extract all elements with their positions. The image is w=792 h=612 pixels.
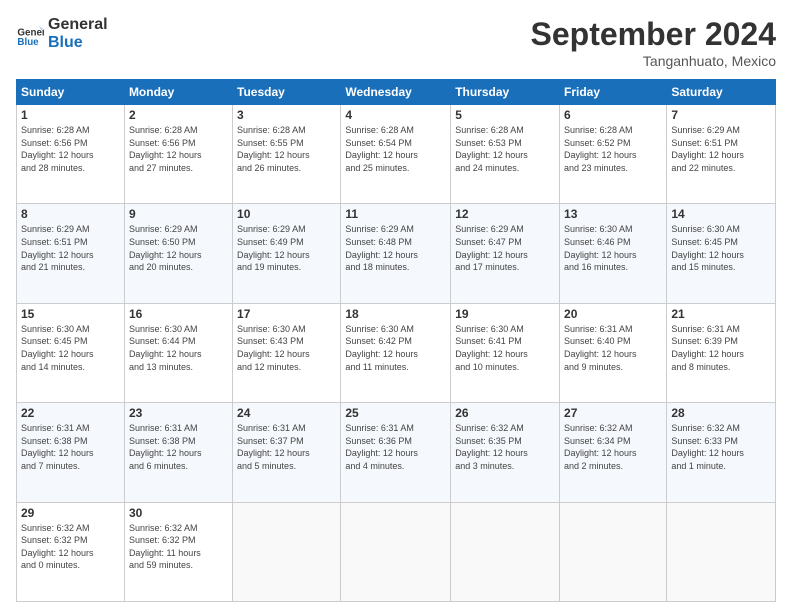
week-row-2: 8 Sunrise: 6:29 AMSunset: 6:51 PMDayligh… — [17, 204, 776, 303]
day-8: 8 Sunrise: 6:29 AMSunset: 6:51 PMDayligh… — [17, 204, 125, 303]
title-block: September 2024 Tanganhuato, Mexico — [531, 16, 776, 69]
calendar-table: Sunday Monday Tuesday Wednesday Thursday… — [16, 79, 776, 602]
col-wednesday: Wednesday — [341, 80, 451, 105]
day-3: 3 Sunrise: 6:28 AMSunset: 6:55 PMDayligh… — [233, 105, 341, 204]
day-19: 19 Sunrise: 6:30 AMSunset: 6:41 PMDaylig… — [451, 303, 560, 402]
day-29: 29 Sunrise: 6:32 AMSunset: 6:32 PMDaylig… — [17, 502, 125, 601]
week-row-3: 15 Sunrise: 6:30 AMSunset: 6:45 PMDaylig… — [17, 303, 776, 402]
logo-icon: General Blue — [16, 20, 44, 48]
day-15: 15 Sunrise: 6:30 AMSunset: 6:45 PMDaylig… — [17, 303, 125, 402]
week-row-5: 29 Sunrise: 6:32 AMSunset: 6:32 PMDaylig… — [17, 502, 776, 601]
day-7: 7 Sunrise: 6:29 AMSunset: 6:51 PMDayligh… — [667, 105, 776, 204]
day-18: 18 Sunrise: 6:30 AMSunset: 6:42 PMDaylig… — [341, 303, 451, 402]
day-20: 20 Sunrise: 6:31 AMSunset: 6:40 PMDaylig… — [560, 303, 667, 402]
col-thursday: Thursday — [451, 80, 560, 105]
day-13: 13 Sunrise: 6:30 AMSunset: 6:46 PMDaylig… — [560, 204, 667, 303]
day-27: 27 Sunrise: 6:32 AMSunset: 6:34 PMDaylig… — [560, 403, 667, 502]
day-9: 9 Sunrise: 6:29 AMSunset: 6:50 PMDayligh… — [124, 204, 232, 303]
day-6: 6 Sunrise: 6:28 AMSunset: 6:52 PMDayligh… — [560, 105, 667, 204]
day-17: 17 Sunrise: 6:30 AMSunset: 6:43 PMDaylig… — [233, 303, 341, 402]
col-tuesday: Tuesday — [233, 80, 341, 105]
col-saturday: Saturday — [667, 80, 776, 105]
month-title: September 2024 — [531, 16, 776, 53]
logo-blue: Blue — [48, 34, 108, 52]
day-23: 23 Sunrise: 6:31 AMSunset: 6:38 PMDaylig… — [124, 403, 232, 502]
empty-cell-2 — [341, 502, 451, 601]
day-22: 22 Sunrise: 6:31 AMSunset: 6:38 PMDaylig… — [17, 403, 125, 502]
empty-cell-1 — [233, 502, 341, 601]
day-5: 5 Sunrise: 6:28 AMSunset: 6:53 PMDayligh… — [451, 105, 560, 204]
day-4: 4 Sunrise: 6:28 AMSunset: 6:54 PMDayligh… — [341, 105, 451, 204]
day-30: 30 Sunrise: 6:32 AMSunset: 6:32 PMDaylig… — [124, 502, 232, 601]
week-row-1: 1 Sunrise: 6:28 AMSunset: 6:56 PMDayligh… — [17, 105, 776, 204]
empty-cell-4 — [560, 502, 667, 601]
day-2: 2 Sunrise: 6:28 AMSunset: 6:56 PMDayligh… — [124, 105, 232, 204]
day-14: 14 Sunrise: 6:30 AMSunset: 6:45 PMDaylig… — [667, 204, 776, 303]
empty-cell-3 — [451, 502, 560, 601]
day-11: 11 Sunrise: 6:29 AMSunset: 6:48 PMDaylig… — [341, 204, 451, 303]
day-26: 26 Sunrise: 6:32 AMSunset: 6:35 PMDaylig… — [451, 403, 560, 502]
col-monday: Monday — [124, 80, 232, 105]
day-25: 25 Sunrise: 6:31 AMSunset: 6:36 PMDaylig… — [341, 403, 451, 502]
day-1: 1 Sunrise: 6:28 AMSunset: 6:56 PMDayligh… — [17, 105, 125, 204]
subtitle: Tanganhuato, Mexico — [531, 53, 776, 69]
logo-general: General — [48, 16, 108, 34]
day-21: 21 Sunrise: 6:31 AMSunset: 6:39 PMDaylig… — [667, 303, 776, 402]
day-24: 24 Sunrise: 6:31 AMSunset: 6:37 PMDaylig… — [233, 403, 341, 502]
header-row: Sunday Monday Tuesday Wednesday Thursday… — [17, 80, 776, 105]
header: General Blue General Blue September 2024… — [16, 16, 776, 69]
empty-cell-5 — [667, 502, 776, 601]
col-friday: Friday — [560, 80, 667, 105]
col-sunday: Sunday — [17, 80, 125, 105]
svg-text:Blue: Blue — [17, 37, 39, 48]
logo: General Blue General Blue — [16, 16, 108, 51]
week-row-4: 22 Sunrise: 6:31 AMSunset: 6:38 PMDaylig… — [17, 403, 776, 502]
day-10: 10 Sunrise: 6:29 AMSunset: 6:49 PMDaylig… — [233, 204, 341, 303]
page: General Blue General Blue September 2024… — [0, 0, 792, 612]
day-16: 16 Sunrise: 6:30 AMSunset: 6:44 PMDaylig… — [124, 303, 232, 402]
day-12: 12 Sunrise: 6:29 AMSunset: 6:47 PMDaylig… — [451, 204, 560, 303]
day-28: 28 Sunrise: 6:32 AMSunset: 6:33 PMDaylig… — [667, 403, 776, 502]
